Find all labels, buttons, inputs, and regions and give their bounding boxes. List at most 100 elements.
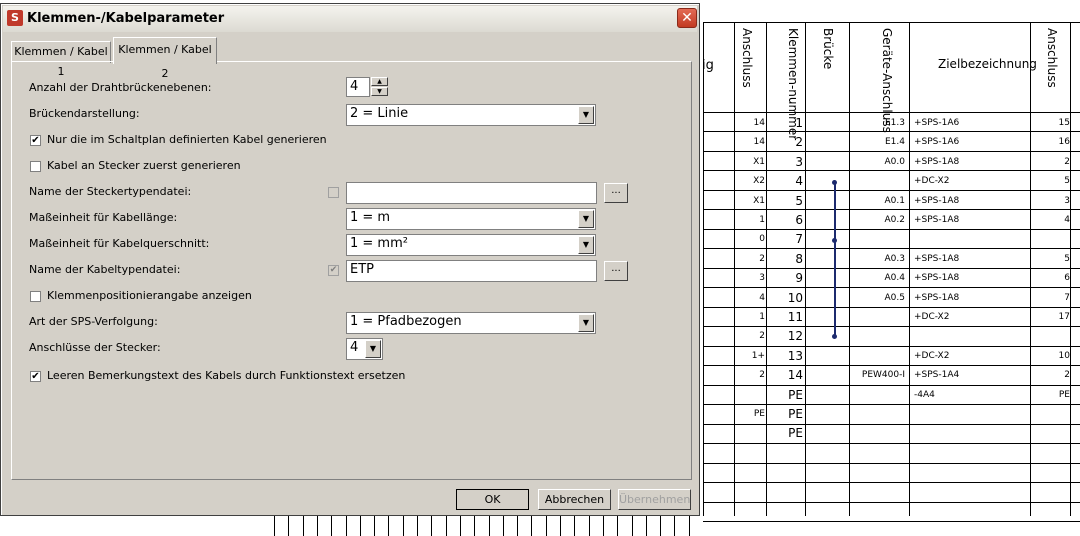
plug-type-browse-button[interactable]: ... — [604, 183, 628, 203]
tab-klemmen-kabel-1[interactable]: Klemmen / Kabel 1 — [11, 41, 111, 78]
grid-tick — [316, 516, 318, 536]
bridge-levels-input[interactable]: 4 — [346, 77, 370, 97]
cable-cross-unit-select[interactable]: 1 = mm² ▼ — [346, 234, 596, 256]
table-cell-ger: A0.5 — [884, 293, 905, 303]
bridge-dot — [832, 238, 837, 243]
table-cell-ziel: +SPS-1A8 — [914, 254, 960, 264]
cable-length-unit-select[interactable]: 1 = m ▼ — [346, 208, 596, 230]
table-cell-ans2 — [1032, 327, 1070, 346]
grid-tick — [445, 516, 447, 536]
only-defined-cables-checkbox[interactable]: ✔ — [30, 135, 41, 146]
chevron-down-icon[interactable]: ▼ — [578, 314, 594, 332]
table-cell-ger: A0.3 — [884, 254, 905, 264]
table-cell-ans: 4 — [759, 293, 765, 303]
grid-tick — [660, 516, 662, 536]
plug-connections-label: Anschlüsse der Stecker: — [29, 341, 161, 354]
table-cell-ger: PEW400-I — [861, 370, 905, 380]
table-cell-ans2: 7 — [1064, 293, 1070, 303]
title-bar[interactable]: S Klemmen-/Kabelparameter ✕ — [3, 6, 697, 32]
table-cell-ger — [851, 327, 905, 346]
grid-tick — [645, 516, 647, 536]
app-icon: S — [7, 10, 23, 26]
table-cell-ans2: 16 — [1058, 137, 1070, 147]
arrow-up-icon: ▲ — [377, 78, 382, 85]
table-cell-num: PE — [788, 426, 803, 440]
table-cell-ans2 — [1032, 424, 1070, 443]
table-cell-ans2: PE — [1058, 390, 1070, 400]
table-cell-num: 10 — [787, 291, 803, 305]
close-button[interactable]: ✕ — [677, 8, 697, 28]
dialog-title: Klemmen-/Kabelparameter — [27, 11, 225, 26]
plug-type-file-checkbox[interactable] — [328, 187, 339, 198]
table-cell-ziel: +SPS-1A6 — [914, 118, 960, 128]
chevron-down-icon[interactable]: ▼ — [578, 210, 594, 228]
chevron-down-icon[interactable]: ▼ — [578, 236, 594, 254]
bridge-display-label: Brückendarstellung: — [29, 107, 140, 120]
bridge-dot — [832, 334, 837, 339]
bridge-line — [834, 182, 836, 336]
sps-tracking-select[interactable]: 1 = Pfadbezogen ▼ — [346, 312, 596, 334]
plug-type-file-label: Name der Steckertypendatei: — [29, 185, 192, 198]
grid-tick — [588, 516, 590, 536]
replace-remark-checkbox[interactable]: ✔ — [30, 371, 41, 382]
grid-vline — [734, 22, 735, 516]
terminal-position-checkbox[interactable] — [30, 291, 41, 302]
table-cell-ger — [851, 347, 905, 366]
cable-cross-unit-label: Maßeinheit für Kabelquerschnitt: — [29, 237, 210, 250]
bridge-display-select[interactable]: 2 = Linie ▼ — [346, 104, 596, 126]
grid-tick — [431, 516, 433, 536]
table-cell-ans2: 6 — [1064, 273, 1070, 283]
table-cell-ger: E1.4 — [885, 137, 905, 147]
arrow-down-icon: ▼ — [377, 88, 382, 95]
grid-tick — [274, 516, 275, 536]
cable-type-browse-button[interactable]: ... — [604, 261, 628, 281]
table-cell-ans: 1 — [759, 312, 765, 322]
grid-vline — [909, 22, 910, 516]
table-cell-ans2 — [1032, 405, 1070, 424]
table-cell-ans: 2 — [759, 370, 765, 380]
grid-tick — [402, 516, 404, 536]
table-cell-ger — [851, 308, 905, 327]
cable-plug-first-checkbox[interactable] — [30, 161, 41, 172]
table-cell-num: 6 — [795, 213, 803, 227]
cancel-button[interactable]: Abbrechen — [538, 489, 611, 510]
table-cell-ans: 1+ — [751, 351, 765, 361]
table-cell-ans2: 3 — [1064, 196, 1070, 206]
chevron-down-icon[interactable]: ▼ — [578, 106, 594, 124]
table-cell-ans2: 10 — [1058, 351, 1070, 361]
terminal-position-label: Klemmenpositionierangabe anzeigen — [47, 289, 252, 302]
grid-tick — [474, 516, 476, 536]
table-cell-ziel: +DC-X2 — [914, 176, 950, 186]
chevron-down-icon[interactable]: ▼ — [365, 340, 381, 358]
grid-tick — [674, 516, 676, 536]
table-cell-ger: A0.0 — [884, 157, 905, 167]
plug-connections-select[interactable]: 4 ▼ — [346, 338, 383, 360]
apply-button[interactable]: Übernehmen — [618, 489, 691, 510]
table-cell-num: PE — [788, 388, 803, 402]
table-cell-num: 4 — [795, 174, 803, 188]
check-icon: ✔ — [329, 265, 338, 275]
plug-type-file-input[interactable] — [346, 182, 597, 204]
table-cell-ziel: +SPS-1A4 — [914, 370, 960, 380]
table-cell-ans: PE — [753, 409, 765, 419]
table-cell-ans: 2 — [759, 254, 765, 264]
cable-type-file-checkbox[interactable]: ✔ — [328, 265, 339, 276]
table-cell-ans: 2 — [759, 331, 765, 341]
table-cell-ans — [737, 424, 765, 443]
grid-hline — [703, 443, 1080, 444]
tab-klemmen-kabel-2[interactable]: Klemmen / Kabel 2 — [113, 37, 217, 80]
table-cell-ziel — [914, 405, 1029, 424]
table-cell-ans2: 17 — [1058, 312, 1070, 322]
close-icon: ✕ — [681, 10, 693, 26]
table-cell-ans: 14 — [753, 137, 765, 147]
grid-tick — [302, 516, 304, 536]
grid-tick — [459, 516, 461, 536]
spin-up-button[interactable]: ▲ — [371, 77, 388, 86]
spin-down-button[interactable]: ▼ — [371, 87, 388, 96]
cable-type-file-input[interactable]: ETP — [346, 260, 597, 282]
table-cell-ger — [851, 172, 905, 191]
grid-tick — [374, 516, 376, 536]
table-cell-ger — [851, 424, 905, 443]
ok-button[interactable]: OK — [456, 489, 529, 510]
check-icon: ✔ — [31, 371, 40, 382]
